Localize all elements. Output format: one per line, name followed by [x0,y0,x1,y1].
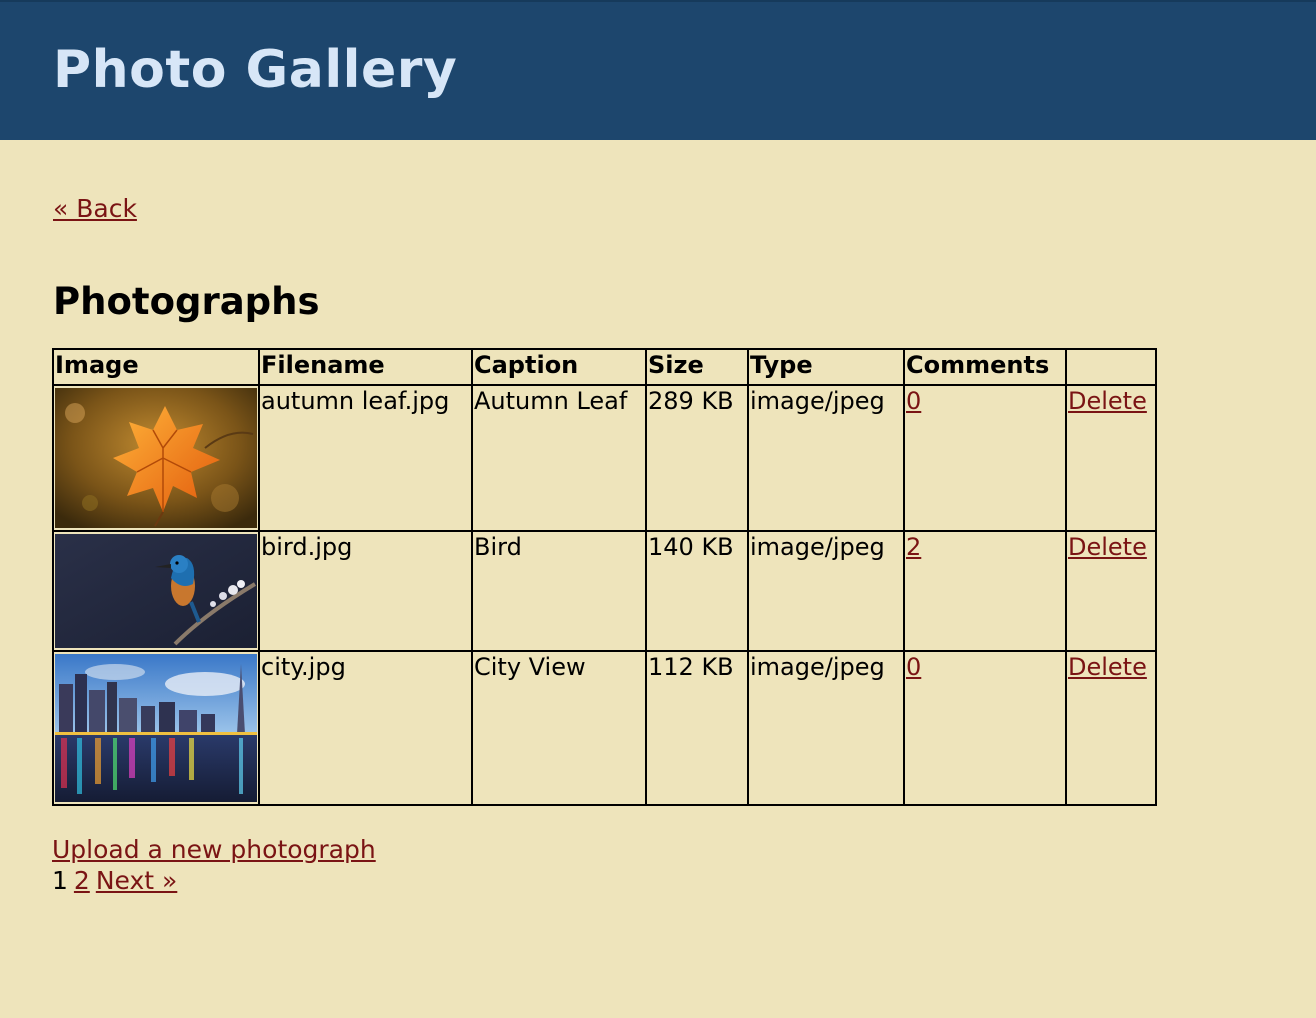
upload-photo-link[interactable]: Upload a new photograph [52,835,376,864]
comments-count-link[interactable]: 0 [906,653,921,681]
site-header: Photo Gallery [0,0,1316,140]
type-cell: image/jpeg [747,530,905,652]
table-row: autumn leaf.jpg Autumn Leaf 289 KB image… [52,384,1157,532]
actions-cell: Delete [1065,384,1157,532]
actions-cell: Delete [1065,530,1157,652]
section-title: Photographs [53,280,320,323]
next-page-link[interactable]: Next » [96,866,177,895]
column-header-filename: Filename [258,348,473,386]
image-cell [52,650,260,806]
size-cell: 289 KB [645,384,749,532]
type-cell: image/jpeg [747,384,905,532]
size-cell: 112 KB [645,650,749,806]
table-header-row: Image Filename Caption Size Type Comment… [52,348,1157,386]
column-header-actions [1065,348,1157,386]
column-header-image: Image [52,348,260,386]
autumn-leaf-thumbnail[interactable] [55,388,257,528]
site-title: Photo Gallery [53,40,458,100]
filename-cell: autumn leaf.jpg [258,384,473,532]
column-header-caption: Caption [471,348,647,386]
type-cell: image/jpeg [747,650,905,806]
comments-cell: 0 [903,384,1067,532]
back-link[interactable]: « Back [53,194,137,223]
image-cell [52,384,260,532]
image-cell [52,530,260,652]
filename-cell: bird.jpg [258,530,473,652]
actions-cell: Delete [1065,650,1157,806]
column-header-comments: Comments [903,348,1067,386]
current-page: 1 [52,866,68,895]
table-row: city.jpg City View 112 KB image/jpeg 0 D… [52,650,1157,806]
caption-cell: Bird [471,530,647,652]
delete-link[interactable]: Delete [1068,653,1147,681]
column-header-size: Size [645,348,749,386]
size-cell: 140 KB [645,530,749,652]
delete-link[interactable]: Delete [1068,387,1147,415]
pagination: 1 2 Next » [52,865,376,896]
table-row: bird.jpg Bird 140 KB image/jpeg 2 Delete [52,530,1157,652]
bird-thumbnail[interactable] [55,534,257,648]
comments-cell: 0 [903,650,1067,806]
comments-cell: 2 [903,530,1067,652]
comments-count-link[interactable]: 0 [906,387,921,415]
photos-table: Image Filename Caption Size Type Comment… [52,348,1157,806]
comments-count-link[interactable]: 2 [906,533,921,561]
delete-link[interactable]: Delete [1068,533,1147,561]
filename-cell: city.jpg [258,650,473,806]
caption-cell: Autumn Leaf [471,384,647,532]
caption-cell: City View [471,650,647,806]
city-thumbnail[interactable] [55,654,257,802]
footer-links: Upload a new photograph 1 2 Next » [52,834,376,896]
column-header-type: Type [747,348,905,386]
page-2-link[interactable]: 2 [74,866,90,895]
